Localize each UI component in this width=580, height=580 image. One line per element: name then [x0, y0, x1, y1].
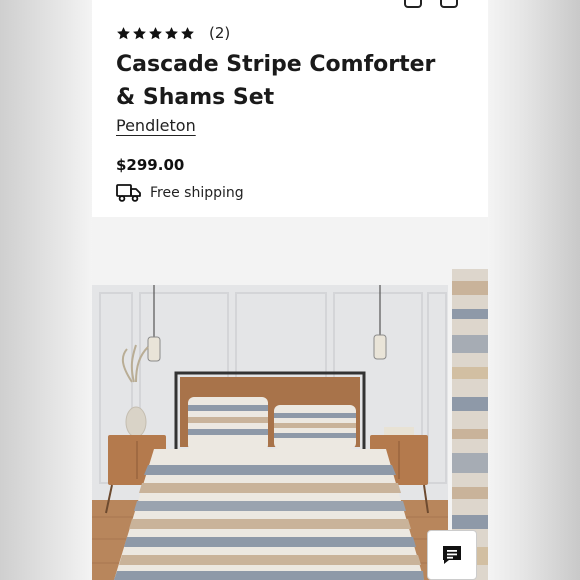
star-icon — [133, 26, 146, 39]
header-icons — [404, 0, 458, 8]
star-rating — [116, 26, 195, 41]
product-card: (2) Cascade Stripe Comforter & Shams Set… — [92, 0, 488, 580]
shipping-label: Free shipping — [150, 185, 244, 201]
rating-count[interactable]: (2) — [209, 24, 230, 42]
star-icon — [117, 26, 130, 39]
chat-icon — [443, 546, 461, 564]
star-icon — [149, 26, 162, 39]
next-image-thumbnail[interactable] — [452, 217, 488, 580]
search-icon[interactable] — [404, 0, 422, 8]
cart-icon[interactable] — [440, 0, 458, 8]
product-image[interactable] — [92, 217, 448, 580]
brand-link[interactable]: Pendleton — [116, 116, 196, 135]
star-icon — [165, 26, 178, 39]
image-gallery[interactable] — [92, 217, 488, 580]
product-title: Cascade Stripe Comforter & Shams Set — [116, 52, 436, 110]
truck-icon — [116, 184, 141, 202]
bedroom-scene — [92, 217, 448, 580]
rating[interactable]: (2) — [116, 24, 230, 42]
fabric-closeup — [452, 217, 488, 580]
shipping-info: Free shipping — [116, 183, 244, 203]
chat-button[interactable] — [427, 530, 477, 580]
product-price: $299.00 — [116, 156, 185, 174]
star-icon — [181, 26, 194, 39]
